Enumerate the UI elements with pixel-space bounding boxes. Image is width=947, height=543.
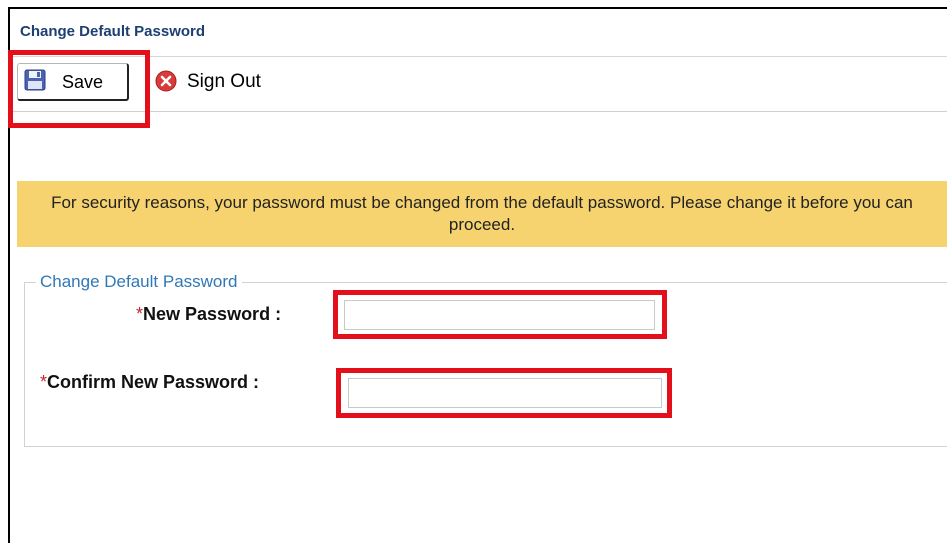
new-password-input[interactable]	[344, 300, 655, 330]
fieldset-legend: Change Default Password	[36, 272, 242, 292]
required-marker: *	[136, 304, 144, 324]
confirm-password-input[interactable]	[348, 378, 662, 408]
security-notice-text: For security reasons, your password must…	[51, 193, 913, 234]
toolbar	[10, 57, 947, 112]
new-password-label-text: New Password :	[143, 304, 282, 324]
page-title: Change Default Password	[20, 23, 206, 40]
required-marker: *	[40, 372, 48, 392]
save-button-label: Save	[62, 72, 104, 92]
floppy-disk-icon	[24, 69, 46, 91]
sign-out-label: Sign Out	[187, 71, 261, 92]
save-button[interactable]: Save	[17, 63, 129, 101]
new-password-label: *New Password :	[136, 304, 281, 325]
confirm-password-label: *Confirm New Password :	[40, 372, 259, 393]
close-circle-icon	[155, 70, 177, 92]
confirm-password-label-text: Confirm New Password :	[47, 372, 260, 392]
security-notice: For security reasons, your password must…	[17, 181, 947, 247]
